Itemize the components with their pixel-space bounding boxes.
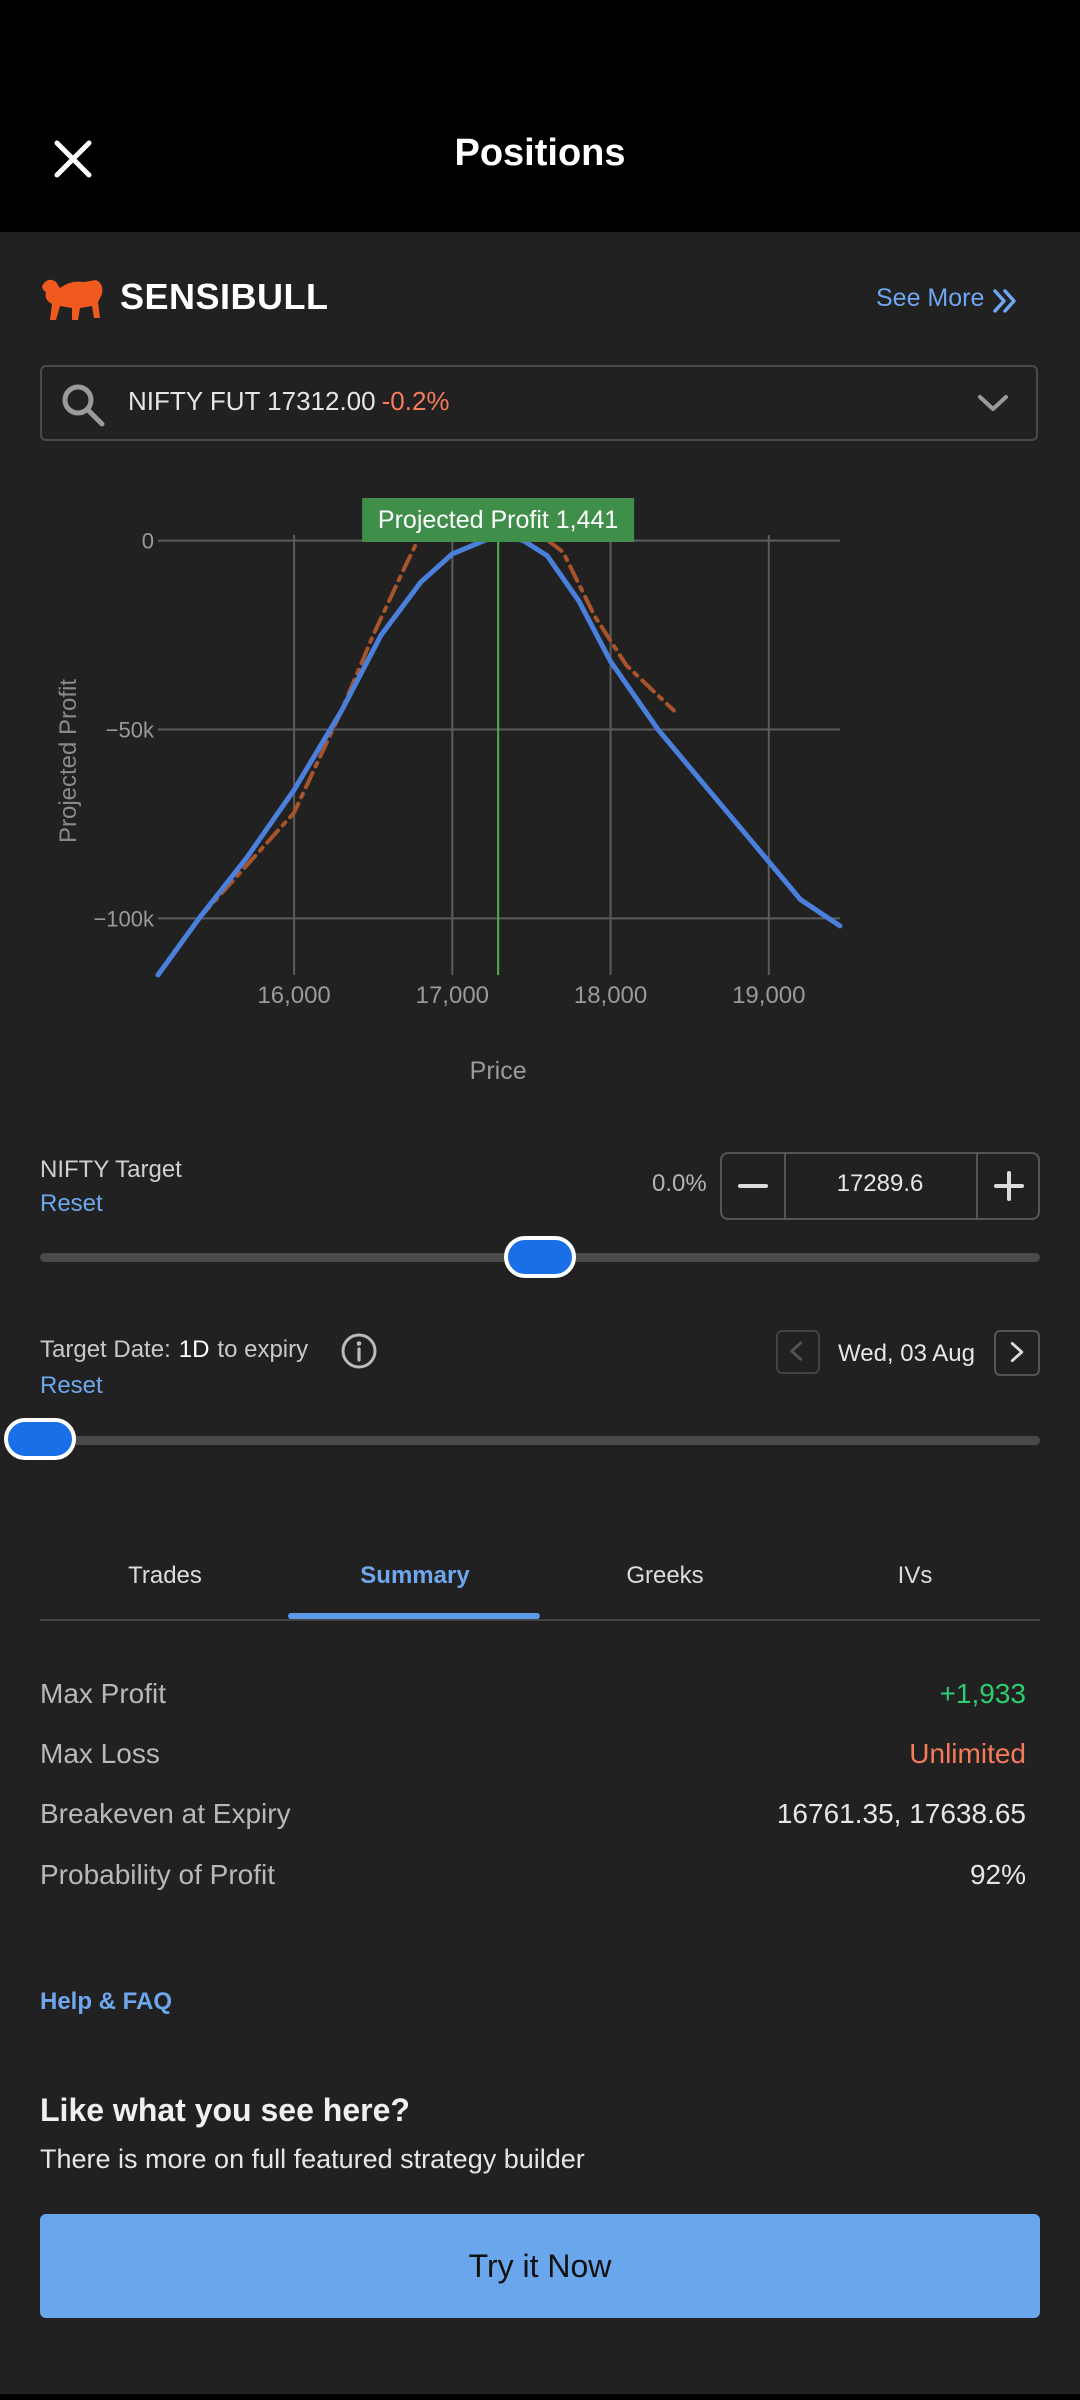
- next-date-button[interactable]: [994, 1330, 1040, 1376]
- target-percent: 0.0%: [652, 1170, 707, 1197]
- instrument-change: -0.2%: [381, 386, 450, 416]
- page-title: Positions: [454, 132, 626, 174]
- promo-title: Like what you see here?: [40, 2092, 410, 2128]
- target-date-value: Wed, 03 Aug: [838, 1340, 975, 1367]
- search-icon: [62, 384, 105, 427]
- probability-label: Probability of Profit: [40, 1859, 275, 1890]
- previous-date-button[interactable]: [776, 1330, 820, 1374]
- see-more-link[interactable]: See More: [876, 284, 984, 313]
- help-faq-link[interactable]: Help & FAQ: [40, 1988, 172, 2016]
- y-tick-label: −100k: [93, 906, 155, 931]
- double-chevron-right-icon[interactable]: [990, 286, 1020, 316]
- try-it-now-button[interactable]: Try it Now: [40, 2214, 1040, 2318]
- decrement-button[interactable]: [722, 1154, 786, 1218]
- x-tick-label: 18,000: [574, 982, 647, 1009]
- increment-button[interactable]: [976, 1154, 1040, 1218]
- tab-trades[interactable]: Trades: [40, 1562, 290, 1590]
- target-date-days: 1D: [178, 1336, 210, 1363]
- probability-value: 92%: [969, 1859, 1026, 1890]
- target-date-label: Target Date: 1D to expiry: [40, 1336, 308, 1364]
- tabs-divider: [40, 1619, 1040, 1621]
- payoff-expiry-line: [197, 531, 676, 921]
- date-slider-track[interactable]: [40, 1436, 1040, 1445]
- tab-ivs[interactable]: IVs: [790, 1562, 1040, 1590]
- target-slider-thumb[interactable]: [504, 1236, 576, 1278]
- info-icon[interactable]: [340, 1332, 378, 1370]
- plus-icon: [994, 1171, 1024, 1201]
- max-loss-label: Max Loss: [40, 1738, 160, 1769]
- y-tick-label: −50k: [106, 718, 155, 743]
- target-value-input[interactable]: 17289.6: [786, 1170, 974, 1198]
- y-axis-label: Projected Profit: [55, 679, 82, 843]
- active-tab-indicator: [288, 1613, 540, 1619]
- top-bar: [0, 0, 1080, 232]
- instrument-name: NIFTY FUT 17312.00: [128, 386, 376, 416]
- x-tick-label: 16,000: [257, 982, 330, 1009]
- target-reset-link[interactable]: Reset: [40, 1190, 103, 1218]
- date-slider-thumb[interactable]: [4, 1418, 76, 1460]
- target-date-suffix: to expiry: [217, 1336, 309, 1363]
- x-tick-label: 19,000: [732, 982, 805, 1009]
- max-profit-value: +1,933: [939, 1678, 1026, 1709]
- breakeven-value: 16761.35, 17638.65: [776, 1798, 1026, 1829]
- chevron-right-icon: [1010, 1342, 1024, 1363]
- x-axis-label: Price: [470, 1057, 527, 1085]
- promo-subtitle: There is more on full featured strategy …: [40, 2144, 585, 2174]
- projected-profit-tag-text: Projected Profit 1,441: [378, 506, 618, 534]
- max-profit-label: Max Profit: [40, 1678, 167, 1709]
- chevron-down-icon[interactable]: [975, 388, 1011, 418]
- target-date-prefix: Target Date:: [40, 1336, 171, 1363]
- tab-greeks[interactable]: Greeks: [540, 1562, 790, 1590]
- max-loss-value: Unlimited: [909, 1738, 1026, 1769]
- tab-summary[interactable]: Summary: [290, 1562, 540, 1590]
- date-reset-link[interactable]: Reset: [40, 1372, 103, 1400]
- breakeven-label: Breakeven at Expiry: [40, 1798, 291, 1829]
- brand-name: SENSIBULL: [120, 276, 329, 317]
- chevron-left-icon: [790, 1341, 803, 1361]
- bottom-strip: [0, 2394, 1080, 2400]
- y-tick-label: 0: [142, 529, 154, 554]
- x-tick-label: 17,000: [416, 982, 489, 1009]
- minus-icon: [738, 1184, 768, 1188]
- target-label: NIFTY Target: [40, 1156, 182, 1183]
- instrument-label: NIFTY FUT 17312.00 -0.2%: [128, 386, 450, 417]
- bull-logo-icon: [42, 279, 103, 320]
- payoff-chart: 0 −50k −100k 16,000 17,000 18,000 19,000 Projec…: [55, 498, 843, 1085]
